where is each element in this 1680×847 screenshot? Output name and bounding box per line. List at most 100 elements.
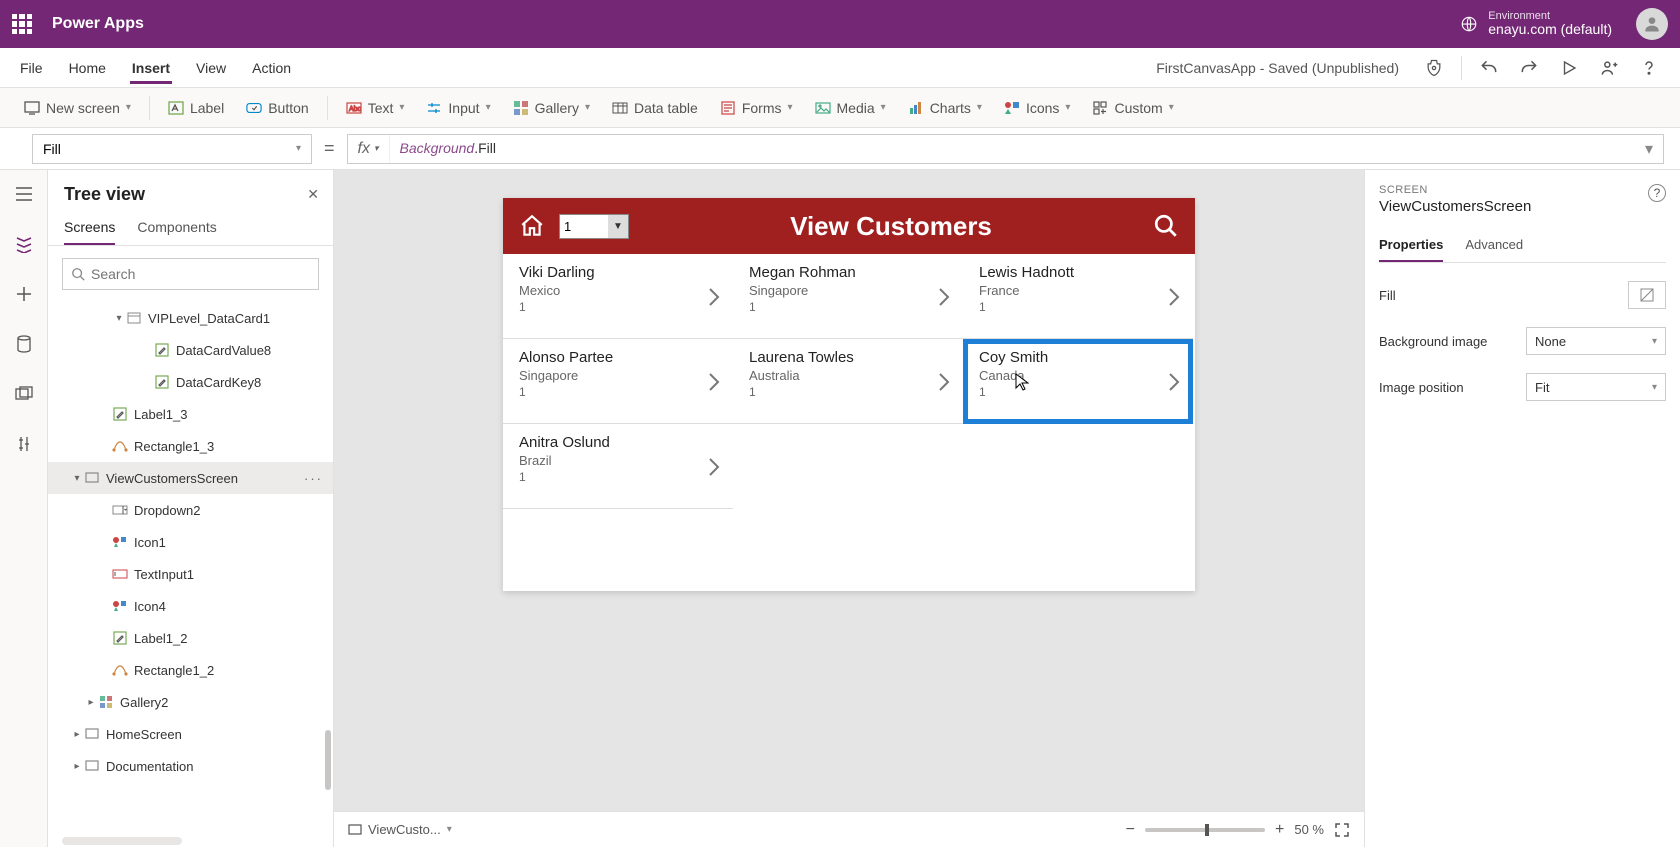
tree-row[interactable]: ▸Gallery2 <box>48 686 333 718</box>
breadcrumb[interactable]: ViewCusto... ▾ <box>348 822 452 837</box>
environment-name: enayu.com (default) <box>1488 22 1612 37</box>
tree-search[interactable] <box>62 258 319 290</box>
customer-card[interactable]: Alonso ParteeSingapore1 <box>503 339 733 424</box>
tree-row[interactable]: DataCardValue8 <box>48 334 333 366</box>
equals-sign: = <box>324 138 335 159</box>
panel-tab-advanced[interactable]: Advanced <box>1465 231 1523 262</box>
customer-card[interactable]: Laurena TowlesAustralia1 <box>733 339 963 424</box>
ribbon-gallery[interactable]: Gallery▾ <box>505 96 598 120</box>
menu-insert[interactable]: Insert <box>130 52 172 84</box>
tree-row[interactable]: Rectangle1_2 <box>48 654 333 686</box>
tree-row[interactable]: ▸HomeScreen <box>48 718 333 750</box>
menu-action[interactable]: Action <box>250 52 293 84</box>
ribbon-new-screen[interactable]: New screen▾ <box>16 96 139 120</box>
app-title: Power Apps <box>52 15 144 33</box>
menu-view[interactable]: View <box>194 52 228 84</box>
level-dropdown[interactable]: ▼ <box>559 214 629 239</box>
tree-row[interactable]: Label1_3 <box>48 398 333 430</box>
tree-row[interactable]: ▾ViewCustomersScreen··· <box>48 462 333 494</box>
zoom-slider[interactable] <box>1145 828 1265 832</box>
app-checker-icon[interactable] <box>1421 55 1447 81</box>
search-icon[interactable] <box>1153 213 1179 239</box>
tree-tab-components[interactable]: Components <box>137 213 216 245</box>
ribbon-forms[interactable]: Forms▾ <box>712 96 801 120</box>
level-input[interactable] <box>560 219 608 234</box>
help-icon[interactable] <box>1636 55 1662 81</box>
zoom-in-icon[interactable]: + <box>1275 821 1284 839</box>
panel-tab-properties[interactable]: Properties <box>1379 231 1443 262</box>
menu-file[interactable]: File <box>18 52 45 84</box>
home-icon[interactable] <box>519 213 545 239</box>
chevron-right-icon[interactable] <box>707 286 721 308</box>
tree-row[interactable]: TextInput1 <box>48 558 333 590</box>
more-icon[interactable]: ··· <box>304 471 323 486</box>
chevron-down-icon[interactable]: ▼ <box>608 215 628 238</box>
customer-name: Viki Darling <box>519 264 721 281</box>
hamburger-icon[interactable] <box>10 180 38 208</box>
environment-picker[interactable]: Environment enayu.com (default) <box>1460 10 1612 37</box>
tree-row[interactable]: Rectangle1_3 <box>48 430 333 462</box>
tree-row[interactable]: DataCardKey8 <box>48 366 333 398</box>
fill-color-picker[interactable] <box>1628 281 1666 309</box>
chevron-right-icon[interactable] <box>707 371 721 393</box>
ribbon-input[interactable]: Input▾ <box>418 96 498 120</box>
media-rail-icon[interactable] <box>10 380 38 408</box>
ribbon-data-table[interactable]: Data table <box>604 96 706 120</box>
chevron-right-icon[interactable] <box>707 456 721 478</box>
help-icon[interactable]: ? <box>1648 184 1666 202</box>
prop-select[interactable]: None▾ <box>1526 327 1666 355</box>
prop-select[interactable]: Fit▾ <box>1526 373 1666 401</box>
tree-row[interactable]: Icon4 <box>48 590 333 622</box>
tree-tab-screens[interactable]: Screens <box>64 213 115 245</box>
tools-rail-icon[interactable] <box>10 430 38 458</box>
tree-row[interactable]: ▸Documentation <box>48 750 333 782</box>
treeview-rail-icon[interactable] <box>10 230 38 258</box>
prop-label: Background image <box>1379 334 1487 349</box>
formula-expand-icon[interactable]: ▾ <box>1635 139 1663 159</box>
customer-level: 1 <box>979 385 1181 399</box>
ribbon-media[interactable]: Media▾ <box>807 96 894 120</box>
add-rail-icon[interactable] <box>10 280 38 308</box>
waffle-icon[interactable] <box>12 14 32 34</box>
share-icon[interactable] <box>1596 55 1622 81</box>
tree-row[interactable]: Dropdown2 <box>48 494 333 526</box>
tree-item-icon <box>84 726 100 742</box>
formula-input[interactable]: Background.Fill <box>390 140 1635 157</box>
h-scrollbar[interactable] <box>62 837 182 845</box>
chevron-right-icon[interactable] <box>1167 371 1181 393</box>
avatar[interactable] <box>1636 8 1668 40</box>
customer-card[interactable]: Anitra OslundBrazil1 <box>503 424 733 509</box>
fullscreen-icon[interactable] <box>1334 822 1350 838</box>
ribbon-text[interactable]: AbcText▾ <box>338 96 413 120</box>
ribbon-button[interactable]: Button <box>238 96 316 120</box>
data-rail-icon[interactable] <box>10 330 38 358</box>
tree-row[interactable]: Icon1 <box>48 526 333 558</box>
customer-card[interactable]: Coy SmithCanada1 <box>963 339 1193 424</box>
customer-card[interactable]: Lewis HadnottFrance1 <box>963 254 1193 339</box>
play-icon[interactable] <box>1556 55 1582 81</box>
redo-icon[interactable] <box>1516 55 1542 81</box>
chevron-right-icon[interactable] <box>1167 286 1181 308</box>
menu-home[interactable]: Home <box>67 52 108 84</box>
property-select[interactable]: Fill▾ <box>32 134 312 164</box>
tree-row[interactable]: ▾VIPLevel_DataCard1 <box>48 302 333 334</box>
environment-label: Environment <box>1488 10 1612 22</box>
customer-card[interactable]: Viki DarlingMexico1 <box>503 254 733 339</box>
chevron-right-icon[interactable] <box>937 286 951 308</box>
ribbon-label[interactable]: Label <box>160 96 232 120</box>
tree-row[interactable]: Label1_2 <box>48 622 333 654</box>
ribbon-icons[interactable]: Icons▾ <box>996 96 1079 120</box>
customer-name: Alonso Partee <box>519 349 721 366</box>
zoom-out-icon[interactable]: − <box>1126 821 1135 839</box>
app-canvas[interactable]: ▼ View Customers Viki DarlingMexico1Mega… <box>503 198 1195 591</box>
undo-icon[interactable] <box>1476 55 1502 81</box>
ribbon-custom[interactable]: Custom▾ <box>1084 96 1181 120</box>
scrollbar[interactable] <box>325 730 331 790</box>
ribbon-charts[interactable]: Charts▾ <box>900 96 990 120</box>
customer-card[interactable]: Megan RohmanSingapore1 <box>733 254 963 339</box>
fx-button[interactable]: fx▾ <box>348 135 390 163</box>
search-input[interactable] <box>91 266 310 282</box>
close-icon[interactable]: ✕ <box>307 186 319 203</box>
left-rail <box>0 170 48 847</box>
chevron-right-icon[interactable] <box>937 371 951 393</box>
